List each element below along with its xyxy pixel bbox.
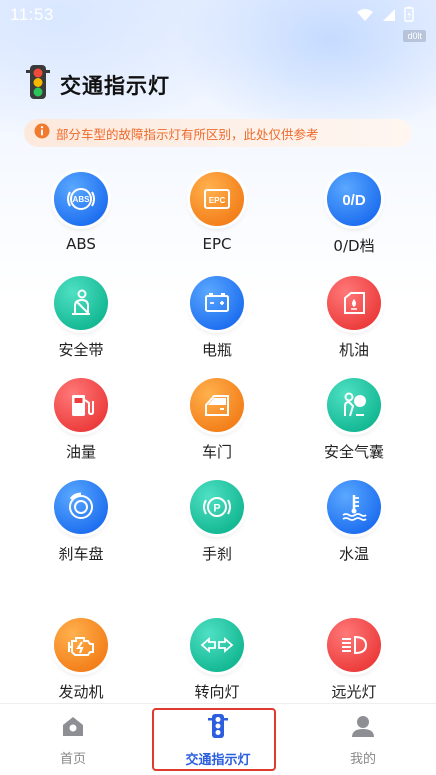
indicator-label: 水温 (338, 545, 369, 563)
svg-text:0/D: 0/D (342, 192, 366, 209)
indicator-label: EPC (202, 235, 232, 253)
indicator-label: 转向灯 (194, 683, 240, 701)
od-icon: 0/D (327, 172, 381, 226)
indicator-label: 安全带 (58, 341, 104, 359)
traffic-light-icon (26, 64, 50, 106)
profile-icon (350, 714, 376, 742)
indicator-engine[interactable]: 发动机 (21, 618, 141, 708)
indicator-label: ABS (66, 235, 96, 253)
home-icon (60, 714, 86, 742)
svg-text:P: P (213, 503, 220, 515)
battery-icon (190, 276, 244, 330)
indicator-label: 发动机 (58, 683, 104, 701)
indicator-od[interactable]: 0/D 0/D档 (294, 172, 414, 262)
indicator-water-temp[interactable]: 水温 (294, 480, 414, 570)
water-temp-icon (327, 480, 381, 534)
bottom-tab-bar: 首页 交通指示灯 我的 (0, 703, 436, 775)
engine-icon (54, 618, 108, 672)
indicator-fuel[interactable]: 油量 (21, 378, 141, 468)
indicator-label: 远光灯 (331, 683, 377, 701)
abs-icon: ABS (54, 172, 108, 226)
svg-text:EPC: EPC (209, 196, 226, 205)
info-icon (34, 123, 50, 143)
indicator-label: 车门 (201, 443, 232, 461)
tab-profile[interactable]: 我的 (303, 704, 423, 775)
high-beam-icon (327, 618, 381, 672)
indicator-door[interactable]: 车门 (157, 378, 277, 468)
door-icon (190, 378, 244, 432)
indicator-high-beam[interactable]: 远光灯 (294, 618, 414, 708)
indicator-turn-signal[interactable]: 转向灯 (157, 618, 277, 708)
indicator-oil[interactable]: 机油 (294, 276, 414, 366)
indicator-epc[interactable]: EPC EPC (157, 172, 277, 262)
wifi-icon (356, 7, 374, 26)
tab-traffic-lights[interactable]: 交通指示灯 (158, 704, 278, 775)
fuel-icon (54, 378, 108, 432)
page-title: 交通指示灯 (60, 74, 170, 98)
status-bar: 11:53 d0lt (0, 0, 436, 42)
indicator-label: 机油 (338, 341, 369, 359)
epc-icon: EPC (190, 172, 244, 226)
turn-signal-icon (190, 618, 244, 672)
airbag-icon (327, 378, 381, 432)
indicator-seatbelt[interactable]: 安全带 (21, 276, 141, 366)
brake-disc-icon (54, 480, 108, 534)
indicator-label: 刹车盘 (58, 545, 104, 563)
svg-text:ABS: ABS (73, 195, 91, 204)
tab-label: 我的 (349, 751, 376, 767)
oil-icon (327, 276, 381, 330)
indicator-label: 电瓶 (201, 341, 232, 359)
status-icons (356, 6, 414, 26)
battery-status-icon (404, 6, 414, 26)
notice-text: 部分车型的故障指示灯有所区别，此处仅供参考 (56, 126, 319, 142)
indicator-label: 手刹 (201, 545, 232, 563)
status-time: 11:53 (10, 5, 54, 24)
indicator-label: 0/D档 (333, 237, 375, 255)
indicator-battery[interactable]: 电瓶 (157, 276, 277, 366)
indicator-abs[interactable]: ABS ABS (21, 172, 141, 262)
status-tag: d0lt (403, 30, 426, 42)
indicator-airbag[interactable]: 安全气囊 (294, 378, 414, 468)
indicator-label: 安全气囊 (323, 443, 384, 461)
tab-label: 首页 (59, 751, 86, 767)
tab-home[interactable]: 首页 (13, 704, 133, 775)
signal-icon (382, 7, 396, 26)
indicator-parking-brake[interactable]: P 手刹 (157, 480, 277, 570)
traffic-light-icon (207, 713, 229, 743)
parking-brake-icon: P (190, 480, 244, 534)
seatbelt-icon (54, 276, 108, 330)
indicator-brake-disc[interactable]: 刹车盘 (21, 480, 141, 570)
notice-banner: 部分车型的故障指示灯有所区别，此处仅供参考 (24, 119, 412, 147)
page-header: 交通指示灯 (26, 64, 170, 106)
tab-label: 交通指示灯 (185, 752, 251, 768)
indicator-label: 油量 (65, 443, 96, 461)
